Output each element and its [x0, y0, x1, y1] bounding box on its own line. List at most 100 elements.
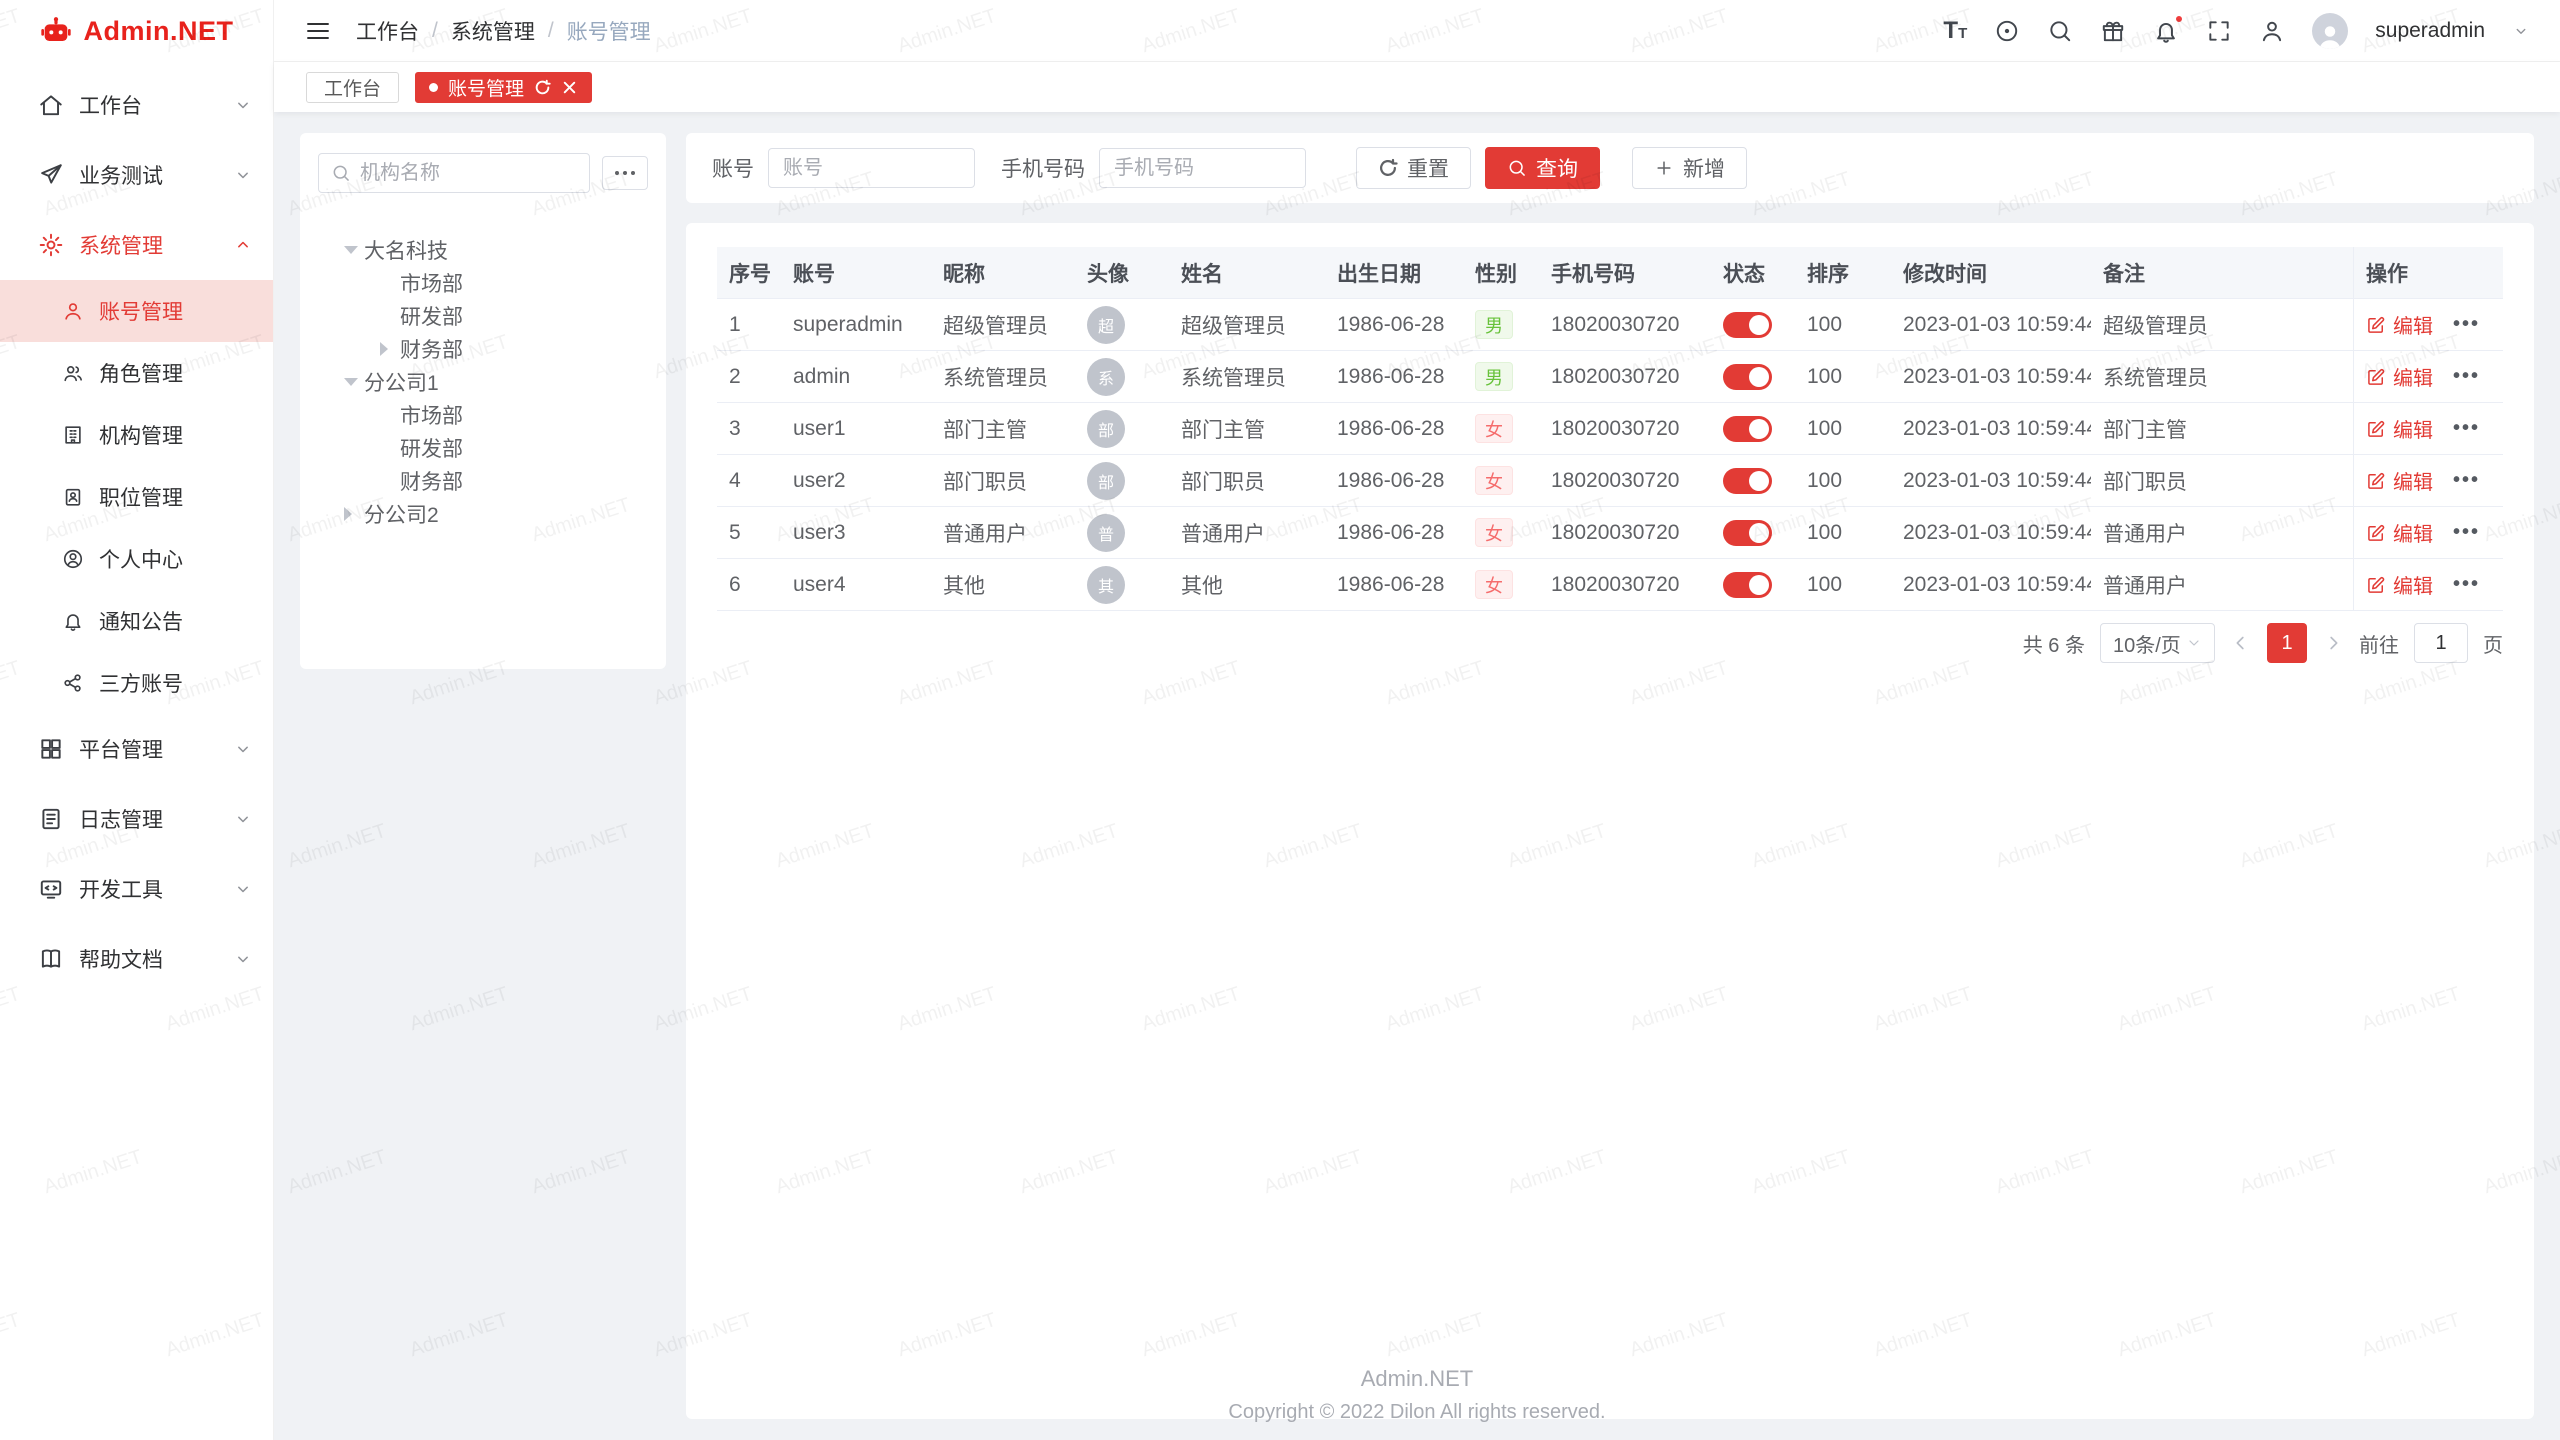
chevron-down-icon: [233, 809, 253, 829]
sidebar-item-workbench[interactable]: 工作台: [0, 70, 273, 140]
edit-button[interactable]: 编辑: [2366, 362, 2433, 391]
avatar[interactable]: [2312, 13, 2348, 49]
cell-modified-time: 2023-01-03 10:59:44: [1891, 299, 2091, 350]
edit-icon: [2366, 575, 2386, 595]
sidebar-item-dev-tools[interactable]: 开发工具: [0, 854, 273, 924]
cell-name: 部门职员: [1169, 455, 1325, 506]
menu-label: 机构管理: [99, 420, 253, 450]
page-size-select[interactable]: 10条/页: [2100, 623, 2215, 663]
target-icon[interactable]: [1994, 18, 2020, 44]
logo[interactable]: Admin.NET: [0, 0, 273, 62]
gender-tag: 男: [1475, 362, 1513, 391]
tree-more-button[interactable]: [602, 156, 648, 190]
status-toggle[interactable]: [1723, 416, 1772, 442]
edit-button[interactable]: 编辑: [2366, 570, 2433, 599]
row-more-button[interactable]: •••: [2453, 365, 2480, 388]
cell-actions: 编辑 •••: [2353, 403, 2503, 454]
fullscreen-icon[interactable]: [2206, 18, 2232, 44]
caret-right-icon[interactable]: [380, 342, 400, 356]
page-number-current[interactable]: 1: [2267, 623, 2307, 663]
sidebar-item-system-management[interactable]: 系统管理: [0, 210, 273, 280]
sidebar-item-platform-management[interactable]: 平台管理: [0, 714, 273, 784]
sidebar-item-position-management[interactable]: 职位管理: [0, 466, 273, 528]
breadcrumb-item[interactable]: 工作台: [356, 16, 419, 46]
notification-bell-icon[interactable]: [2153, 18, 2179, 44]
hamburger-menu-icon[interactable]: [304, 17, 332, 45]
tree-node[interactable]: 财务部: [318, 464, 648, 497]
close-icon[interactable]: [561, 79, 578, 96]
tree-node[interactable]: 财务部: [318, 332, 648, 365]
status-toggle[interactable]: [1723, 468, 1772, 494]
refresh-icon[interactable]: [534, 79, 551, 96]
menu-label: 系统管理: [79, 230, 218, 260]
tree-node[interactable]: 分公司2: [318, 497, 648, 530]
status-toggle[interactable]: [1723, 520, 1772, 546]
sidebar-item-help-docs[interactable]: 帮助文档: [0, 924, 273, 994]
cell-birthdate: 1986-06-28: [1325, 507, 1463, 558]
caret-down-icon[interactable]: [344, 378, 364, 386]
chevron-down-icon[interactable]: [2512, 22, 2530, 40]
column-header: 账号: [781, 247, 931, 298]
tab-account-management[interactable]: 账号管理: [415, 72, 592, 103]
tree-node[interactable]: 大名科技: [318, 233, 648, 266]
gender-tag: 女: [1475, 414, 1513, 443]
row-more-button[interactable]: •••: [2453, 313, 2480, 336]
sidebar-item-organization-management[interactable]: 机构管理: [0, 404, 273, 466]
breadcrumb-item[interactable]: 系统管理: [451, 16, 535, 46]
sidebar-item-role-management[interactable]: 角色管理: [0, 342, 273, 404]
caret-right-icon[interactable]: [344, 507, 364, 521]
edit-button[interactable]: 编辑: [2366, 310, 2433, 339]
menu-label: 职位管理: [99, 482, 253, 512]
cell-avatar: 部: [1075, 455, 1169, 506]
top-header: 工作台 / 系统管理 / 账号管理 TT: [274, 0, 2560, 62]
tree-node[interactable]: 研发部: [318, 431, 648, 464]
row-more-button[interactable]: •••: [2453, 573, 2480, 596]
cell-modified-time: 2023-01-03 10:59:44: [1891, 403, 2091, 454]
gift-icon[interactable]: [2100, 18, 2126, 44]
system-management-submenu: 账号管理 角色管理 机构管理 职位管理: [0, 280, 273, 714]
search-icon: [331, 163, 351, 183]
breadcrumb-item-current: 账号管理: [567, 16, 651, 46]
tree-node[interactable]: 分公司1: [318, 365, 648, 398]
font-size-icon[interactable]: TT: [1943, 19, 1967, 43]
reset-button[interactable]: 重置: [1356, 147, 1471, 189]
sidebar-item-business-test[interactable]: 业务测试: [0, 140, 273, 210]
tab-workbench[interactable]: 工作台: [306, 72, 399, 103]
prev-page-button[interactable]: [2230, 632, 2252, 654]
edit-button[interactable]: 编辑: [2366, 466, 2433, 495]
tree-node[interactable]: 研发部: [318, 299, 648, 332]
phone-input[interactable]: [1099, 148, 1306, 188]
cell-phone: 18020030720: [1539, 455, 1711, 506]
row-more-button[interactable]: •••: [2453, 521, 2480, 544]
sidebar-item-personal-center[interactable]: 个人中心: [0, 528, 273, 590]
edit-button[interactable]: 编辑: [2366, 518, 2433, 547]
caret-down-icon[interactable]: [344, 246, 364, 254]
cell-account: user2: [781, 455, 931, 506]
row-more-button[interactable]: •••: [2453, 417, 2480, 440]
org-search-input[interactable]: [360, 162, 577, 185]
chevron-up-icon: [233, 235, 253, 255]
cell-avatar: 系: [1075, 351, 1169, 402]
search-icon[interactable]: [2047, 18, 2073, 44]
status-toggle[interactable]: [1723, 364, 1772, 390]
edit-button[interactable]: 编辑: [2366, 414, 2433, 443]
username[interactable]: superadmin: [2375, 19, 2485, 43]
cell-index: 6: [717, 559, 781, 610]
sidebar-item-notice-announcement[interactable]: 通知公告: [0, 590, 273, 652]
tree-node[interactable]: 市场部: [318, 398, 648, 431]
account-input[interactable]: [768, 148, 975, 188]
user-settings-icon[interactable]: [2259, 18, 2285, 44]
tree-node[interactable]: 市场部: [318, 266, 648, 299]
status-toggle[interactable]: [1723, 572, 1772, 598]
goto-page-input[interactable]: [2414, 623, 2468, 663]
tree-node-label: 研发部: [400, 301, 463, 331]
row-more-button[interactable]: •••: [2453, 469, 2480, 492]
sidebar-item-account-management[interactable]: 账号管理: [0, 280, 273, 342]
add-button[interactable]: 新增: [1632, 147, 1747, 189]
next-page-button[interactable]: [2322, 632, 2344, 654]
sidebar-item-log-management[interactable]: 日志管理: [0, 784, 273, 854]
cell-nickname: 普通用户: [931, 507, 1075, 558]
status-toggle[interactable]: [1723, 312, 1772, 338]
search-button[interactable]: 查询: [1485, 147, 1600, 189]
sidebar-item-third-party-account[interactable]: 三方账号: [0, 652, 273, 714]
